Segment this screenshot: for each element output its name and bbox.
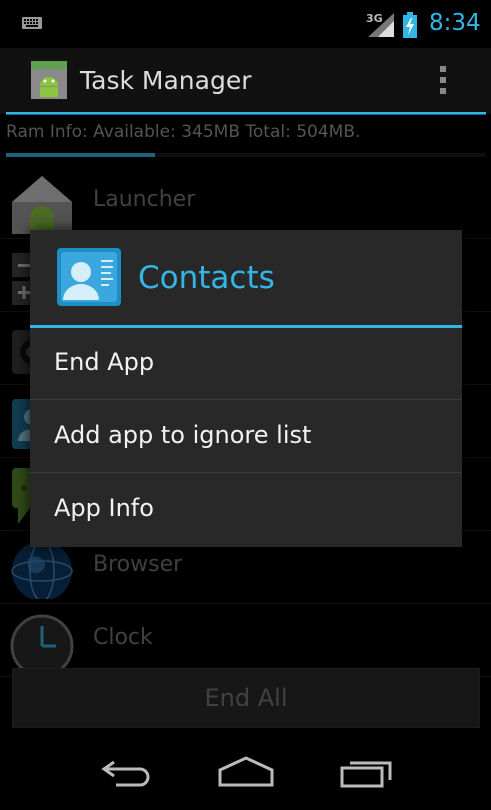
dialog-title: Contacts <box>138 260 275 296</box>
signal-icon <box>368 13 394 37</box>
clock-time: 8:34 <box>429 10 481 36</box>
overflow-menu-icon[interactable] <box>440 66 446 99</box>
keyboard-icon <box>22 17 42 29</box>
dialog-header: Contacts <box>30 230 462 326</box>
status-bar: 3G 8:34 <box>0 0 491 48</box>
task-manager-app-icon <box>31 61 67 99</box>
option-label: End App <box>54 348 155 376</box>
app-info-option[interactable]: App Info <box>30 474 462 546</box>
page-title: Task Manager <box>80 66 252 95</box>
option-label: Add app to ignore list <box>54 421 312 449</box>
recent-apps-icon[interactable] <box>340 756 394 788</box>
navigation-bar <box>0 740 491 810</box>
add-to-ignore-list-option[interactable]: Add app to ignore list <box>30 401 462 473</box>
end-app-option[interactable]: End App <box>30 328 462 400</box>
battery-icon <box>403 12 417 38</box>
contacts-icon <box>57 248 121 306</box>
action-bar: Task Manager <box>0 48 491 115</box>
app-context-dialog: Contacts End App Add app to ignore list … <box>30 230 462 547</box>
home-icon[interactable] <box>218 756 274 788</box>
back-icon[interactable] <box>100 756 152 788</box>
option-label: App Info <box>54 494 154 522</box>
